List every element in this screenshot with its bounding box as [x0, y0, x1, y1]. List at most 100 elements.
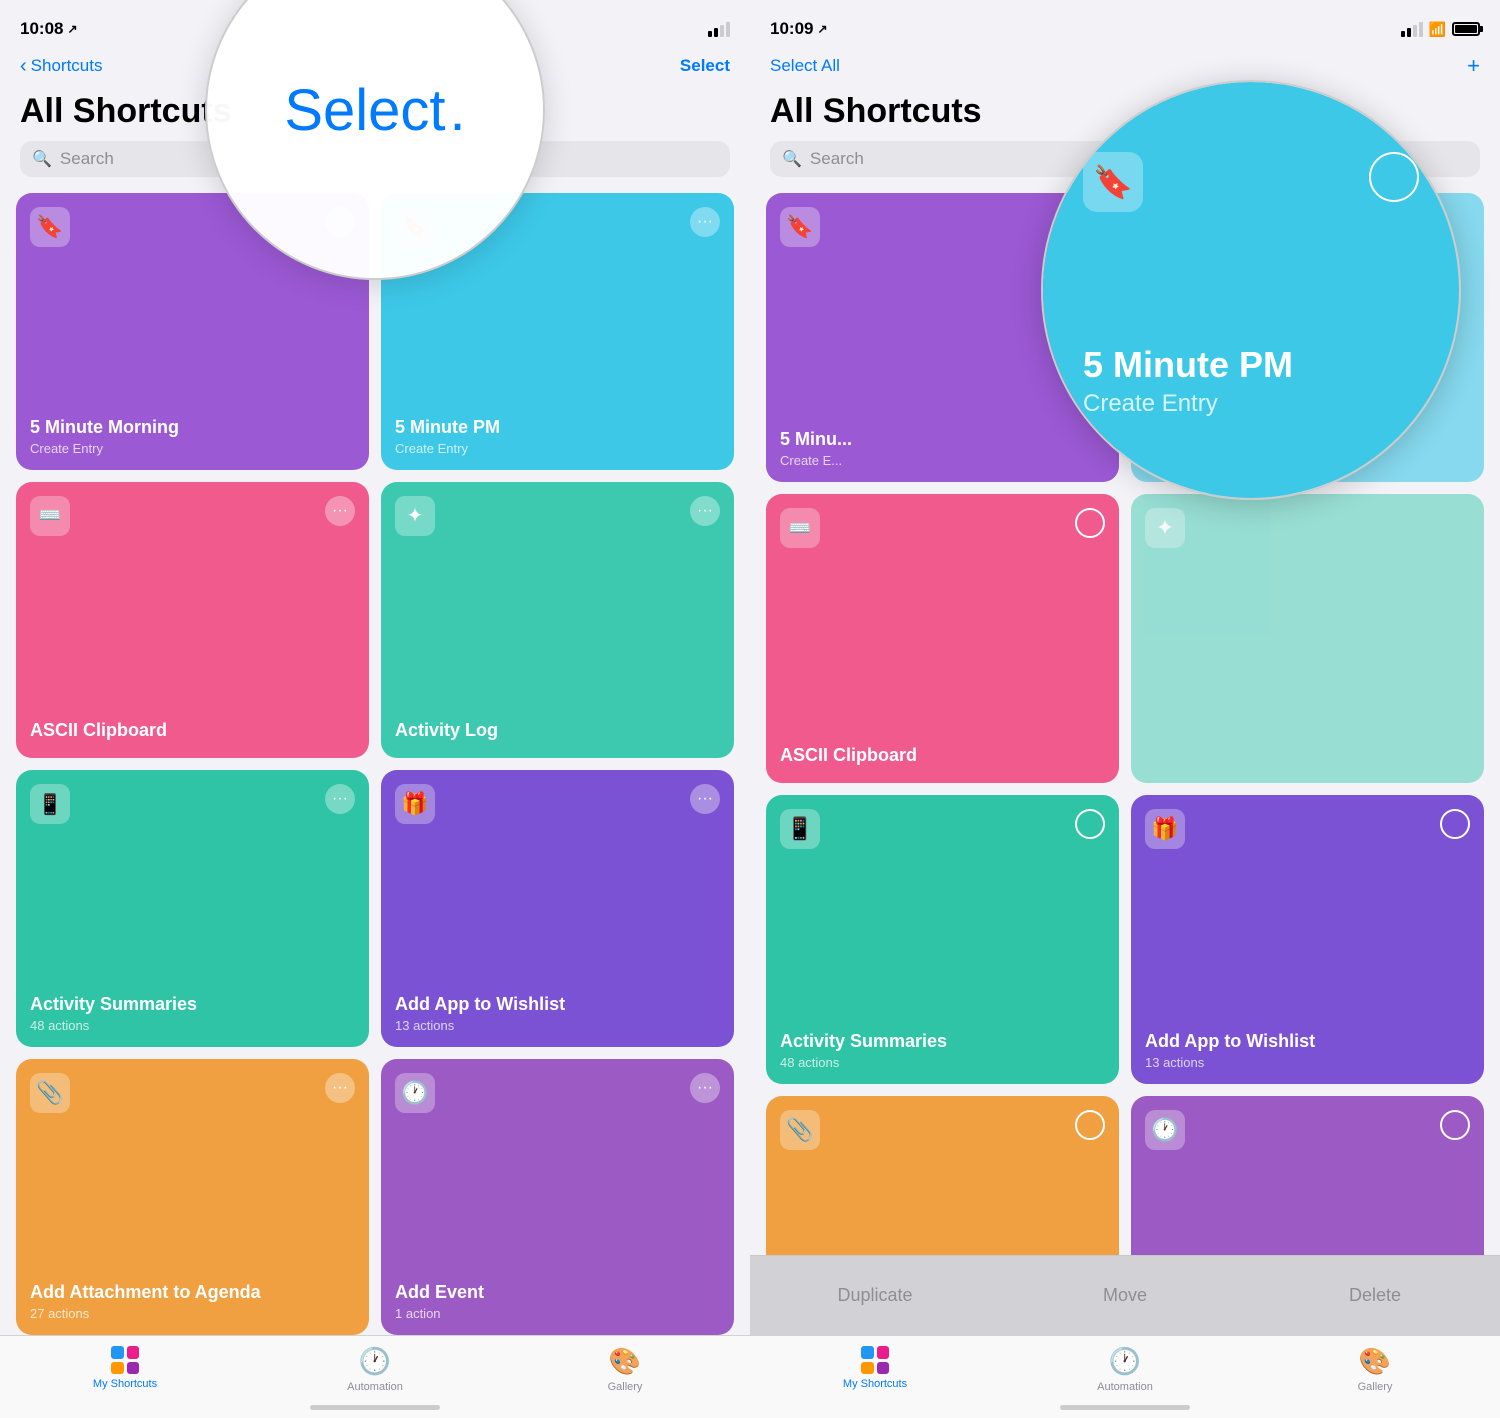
tab-gallery-left[interactable]: 🎨 Gallery	[500, 1346, 750, 1393]
search-icon-left: 🔍	[32, 149, 52, 169]
tab-label-gallery-left: Gallery	[608, 1381, 643, 1393]
home-indicator-left	[310, 1405, 440, 1410]
search-placeholder-left: Search	[60, 149, 114, 169]
circle-card-name: 5 Minute PM	[1083, 344, 1419, 386]
select-all-button[interactable]: Select All	[770, 56, 840, 76]
card-actsummaries[interactable]: 📱 ··· Activity Summaries 48 actions	[16, 770, 369, 1047]
card-ascii[interactable]: ⌨️ ··· ASCII Clipboard	[16, 482, 369, 759]
card-menu-actsummaries[interactable]: ···	[325, 784, 355, 814]
location-icon-right: ↗	[817, 22, 827, 36]
my-shortcuts-icon-right	[861, 1346, 889, 1374]
card-sub-addappwishlist: 13 actions	[395, 1018, 720, 1033]
card-addattachment[interactable]: 📎 ··· Add Attachment to Agenda 27 action…	[16, 1059, 369, 1336]
tab-automation-right[interactable]: 🕐 Automation	[1000, 1346, 1250, 1393]
card-menu-ascii[interactable]: ···	[325, 496, 355, 526]
search-icon-right: 🔍	[782, 149, 802, 169]
card-actsummaries-right[interactable]: 📱 Activity Summaries 48 actions	[766, 795, 1119, 1084]
card-actlog-right[interactable]: ✦	[1131, 494, 1484, 783]
tab-label-automation-left: Automation	[347, 1381, 403, 1393]
card-name-five-pm: 5 Minute PM	[395, 417, 720, 439]
search-placeholder-right: Search	[810, 149, 864, 169]
tab-gallery-right[interactable]: 🎨 Gallery	[1250, 1346, 1500, 1393]
circle-card-icon: 🔖	[1083, 152, 1143, 212]
left-panel: Select . 10:08 ↗ ‹ Shortcuts Select All …	[0, 0, 750, 1418]
status-time-right: 10:09 ↗	[770, 19, 828, 39]
card-menu-addappwishlist[interactable]: ···	[690, 784, 720, 814]
card-sub-actsummaries-right: 48 actions	[780, 1055, 1105, 1070]
select-circle-addappwishlist	[1440, 809, 1470, 839]
circle-select-radio	[1369, 152, 1419, 202]
tab-my-shortcuts-right[interactable]: My Shortcuts	[750, 1346, 1000, 1390]
card-menu-five-pm[interactable]: ···	[690, 207, 720, 237]
shortcuts-grid-left: 🔖 ··· 5 Minute Morning Create Entry 🔖 ··…	[0, 193, 750, 1335]
signal-icon-left	[708, 22, 730, 37]
tab-label-gallery-right: Gallery	[1358, 1381, 1393, 1393]
card-sub-addappwishlist-right: 13 actions	[1145, 1055, 1470, 1070]
select-circle-addattachment	[1075, 1110, 1105, 1140]
select-button-left[interactable]: Select	[680, 56, 730, 76]
card-icon-actlog: ✦	[395, 496, 435, 536]
card-icon-actlog-right: ✦	[1145, 508, 1185, 548]
card-name-actsummaries-right: Activity Summaries	[780, 1031, 1105, 1053]
card-name-addevent: Add Event	[395, 1282, 720, 1304]
tab-bar-left: My Shortcuts 🕐 Automation 🎨 Gallery	[0, 1335, 750, 1418]
status-icons-left	[708, 22, 730, 37]
card-icon-addattachment-right: 📎	[780, 1110, 820, 1150]
card-menu-addevent[interactable]: ···	[690, 1073, 720, 1103]
back-button-left[interactable]: ‹ Shortcuts	[20, 55, 102, 78]
card-name-addappwishlist: Add App to Wishlist	[395, 994, 720, 1016]
card-actlog[interactable]: ✦ ··· Activity Log	[381, 482, 734, 759]
card-addappwishlist[interactable]: 🎁 ··· Add App to Wishlist 13 actions	[381, 770, 734, 1047]
my-shortcuts-icon	[111, 1346, 139, 1374]
home-indicator-right	[1060, 1405, 1190, 1410]
duplicate-button[interactable]: Duplicate	[750, 1285, 1000, 1306]
status-icons-right: 📶	[1401, 21, 1480, 38]
card-name-ascii: ASCII Clipboard	[30, 720, 355, 742]
card-addappwishlist-right[interactable]: 🎁 Add App to Wishlist 13 actions	[1131, 795, 1484, 1084]
gallery-icon-left: 🎨	[609, 1346, 641, 1377]
circle-overlay-card: 🔖 5 Minute PM Create Entry	[1041, 80, 1461, 500]
card-sub-actsummaries: 48 actions	[30, 1018, 355, 1033]
card-name-five-morning: 5 Minute Morning	[30, 417, 355, 439]
automation-icon-right: 🕐	[1109, 1346, 1141, 1377]
card-icon-ascii: ⌨️	[30, 496, 70, 536]
circle-card-sub: Create Entry	[1083, 390, 1419, 418]
card-ascii-right[interactable]: ⌨️ ASCII Clipboard	[766, 494, 1119, 783]
action-sheet: Duplicate Move Delete	[750, 1255, 1500, 1335]
chevron-left-icon: ‹	[20, 55, 27, 78]
tab-automation-left[interactable]: 🕐 Automation	[250, 1346, 500, 1393]
card-addevent[interactable]: 🕐 ··· Add Event 1 action	[381, 1059, 734, 1336]
card-name-actsummaries: Activity Summaries	[30, 994, 355, 1016]
right-panel: 10:09 ↗ 📶 Select All + All Shortcuts 🔍 S…	[750, 0, 1500, 1418]
card-sub-addevent: 1 action	[395, 1306, 720, 1321]
status-time-left: 10:08 ↗	[20, 19, 78, 39]
tab-my-shortcuts-left[interactable]: My Shortcuts	[0, 1346, 250, 1390]
move-button[interactable]: Move	[1000, 1285, 1250, 1306]
card-icon-actsummaries: 📱	[30, 784, 70, 824]
select-circle-actsummaries	[1075, 809, 1105, 839]
delete-button[interactable]: Delete	[1250, 1285, 1500, 1306]
card-menu-addattachment[interactable]: ···	[325, 1073, 355, 1103]
back-label-left: Shortcuts	[31, 56, 103, 76]
tab-bar-right: My Shortcuts 🕐 Automation 🎨 Gallery	[750, 1335, 1500, 1418]
card-icon-five-morning: 🔖	[30, 207, 70, 247]
card-icon-addappwishlist: 🎁	[395, 784, 435, 824]
card-name-ascii-right: ASCII Clipboard	[780, 745, 1105, 767]
select-circle-ascii	[1075, 508, 1105, 538]
status-bar-right: 10:09 ↗ 📶	[750, 0, 1500, 44]
battery-icon-right	[1452, 22, 1480, 36]
card-sub-five-pm: Create Entry	[395, 441, 720, 456]
card-sub-five-morning: Create Entry	[30, 441, 355, 456]
card-icon-actsummaries-right: 📱	[780, 809, 820, 849]
card-name-addattachment: Add Attachment to Agenda	[30, 1282, 355, 1304]
location-icon-left: ↗	[67, 22, 77, 36]
plus-button[interactable]: +	[1467, 53, 1480, 79]
card-icon-five-morning-right: 🔖	[780, 207, 820, 247]
select-circle-addevent	[1440, 1110, 1470, 1140]
card-icon-addevent: 🕐	[395, 1073, 435, 1113]
card-sub-addattachment: 27 actions	[30, 1306, 355, 1321]
circle-select-label: Select	[284, 77, 445, 144]
card-icon-addevent-right: 🕐	[1145, 1110, 1185, 1150]
card-icon-addattachment: 📎	[30, 1073, 70, 1113]
card-menu-actlog[interactable]: ···	[690, 496, 720, 526]
